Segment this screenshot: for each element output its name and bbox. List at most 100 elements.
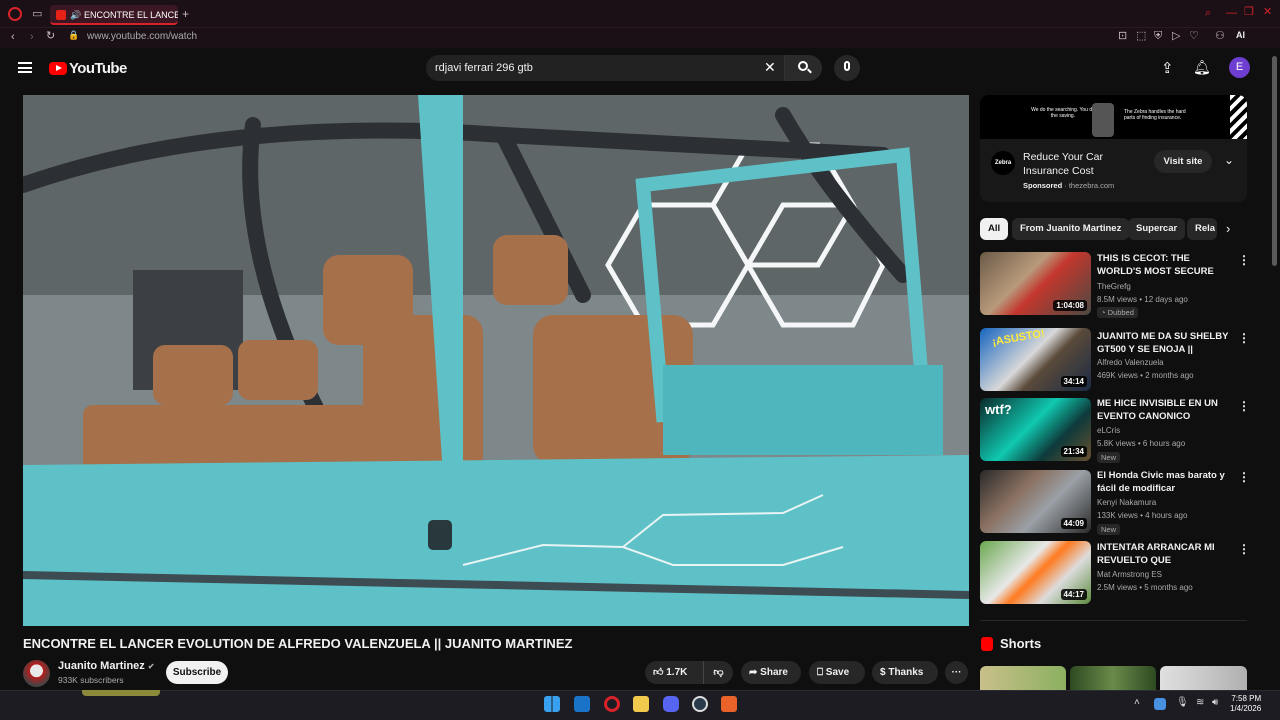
user-avatar[interactable]: E <box>1229 57 1250 78</box>
forward-icon[interactable]: › <box>30 32 34 43</box>
voice-search-button[interactable] <box>834 55 860 81</box>
rec-views: 133K views • 4 hours ago <box>1097 511 1188 520</box>
heart-icon[interactable]: ♡ <box>1189 31 1199 42</box>
search-tabs-icon[interactable]: ⌕ <box>1205 8 1211 19</box>
chevron-right-icon[interactable]: › <box>1226 221 1230 236</box>
verified-check-icon: ✔ <box>147 662 155 671</box>
more-vert-icon[interactable]: ⋮ <box>1238 399 1250 413</box>
rec-title[interactable]: INTENTAR ARRANCAR MI REVUELTO QUE LAMBOR… <box>1097 541 1235 567</box>
short-thumbnail[interactable] <box>1070 666 1156 690</box>
snapshot-icon[interactable]: ⬚ <box>1136 31 1146 42</box>
ad-title[interactable]: Reduce Your Car Insurance Cost <box>1023 150 1133 178</box>
more-actions-button[interactable]: ··· <box>945 661 968 684</box>
tray-overflow-chevron-icon[interactable]: ˄ <box>1134 697 1140 708</box>
rec-title[interactable]: El Honda Civic mas barato y fácil de mod… <box>1097 469 1235 495</box>
browser-tab-active[interactable]: 🔊 ENCONTRE EL LANCER <box>50 5 178 25</box>
mic-tray-icon[interactable]: 🎙︎ <box>1176 697 1189 708</box>
wifi-icon[interactable]: ≋ <box>1196 697 1204 708</box>
discord-icon[interactable] <box>663 696 679 712</box>
tray-app-icon[interactable] <box>1154 698 1166 710</box>
chip-all[interactable]: All <box>980 218 1009 240</box>
shield-icon[interactable]: ⛨ <box>1154 31 1162 42</box>
short-thumbnail[interactable] <box>980 666 1066 690</box>
taskbar-clock[interactable]: 7:58 PM 1/4/2026 <box>1230 694 1261 714</box>
search-input[interactable]: rdjavi ferrari 296 gtb <box>426 55 784 81</box>
youtube-favicon-icon <box>56 10 66 20</box>
thanks-button[interactable]: $ Thanks <box>872 661 938 684</box>
youtube-logo-text[interactable]: YouTube <box>69 60 127 77</box>
tab-overview-icon[interactable]: ▭ <box>32 9 42 20</box>
reload-icon[interactable]: ↻ <box>46 31 55 42</box>
taskbar-widget[interactable] <box>82 690 160 696</box>
rec-thumbnail[interactable]: wtf? 21:34 <box>980 398 1091 461</box>
back-icon[interactable]: ‹ <box>11 32 15 43</box>
new-tab-button[interactable]: + <box>182 8 189 20</box>
player-icon[interactable]: ▷ <box>1172 31 1180 42</box>
rec-channel[interactable]: Alfredo Valenzuela <box>1097 358 1164 367</box>
steam-icon[interactable] <box>692 696 708 712</box>
create-upload-icon[interactable]: ⇪ <box>1161 59 1174 77</box>
ad-banner-figure <box>1092 103 1114 137</box>
duration-badge: 1:04:08 <box>1053 300 1087 311</box>
ad-logo[interactable]: Zebra <box>991 151 1015 175</box>
rec-thumbnail[interactable]: 44:09 <box>980 470 1091 533</box>
rec-channel[interactable]: TheGrefg <box>1097 282 1131 291</box>
rec-views: 469K views • 2 months ago <box>1097 371 1194 380</box>
ad-banner-image[interactable]: We do the searching. You do the saving. … <box>980 95 1247 139</box>
channel-name[interactable]: Juanito Martinez ✔ <box>58 660 155 672</box>
rec-channel[interactable]: Kenyi Nakamura <box>1097 498 1156 507</box>
subscribe-button[interactable]: Subscribe <box>166 661 228 684</box>
clear-search-icon[interactable]: ✕ <box>764 59 776 76</box>
video-player[interactable] <box>23 95 969 626</box>
app-a-icon[interactable] <box>721 696 737 712</box>
rec-title[interactable]: JUANITO ME DA SU SHELBY GT500 Y SE ENOJA… <box>1097 330 1235 356</box>
rec-title[interactable]: ME HICE INVISIBLE EN UN EVENTO CANONICO <box>1097 397 1235 423</box>
windows-start-icon[interactable] <box>544 696 560 712</box>
file-explorer-icon[interactable] <box>633 696 649 712</box>
chip-related[interactable]: Rela <box>1187 218 1217 240</box>
thanks-icon: $ <box>880 667 886 678</box>
minimize-button[interactable]: — <box>1226 8 1237 19</box>
clock-time: 7:58 PM <box>1231 694 1262 703</box>
rec-channel[interactable]: Mat Armstrong ES <box>1097 570 1162 579</box>
subscriber-count: 933K subscribers <box>58 675 124 685</box>
close-window-button[interactable]: ✕ <box>1263 7 1272 18</box>
volume-icon[interactable]: 🔊︎ <box>1212 697 1218 708</box>
url-field[interactable]: www.youtube.com/watch <box>87 31 197 42</box>
account-icon[interactable]: ⚇ <box>1215 31 1225 42</box>
notifications-bell-icon[interactable]: 🔔︎ <box>1193 59 1211 76</box>
chip-supercar[interactable]: Supercar <box>1128 218 1186 240</box>
dislike-button[interactable]: 👎︎ <box>703 661 733 684</box>
like-button[interactable]: 👍︎ 1.7K <box>645 661 703 684</box>
channel-avatar[interactable] <box>23 660 50 687</box>
rec-thumbnail[interactable]: ¡ASUSTO! 34:14 <box>980 328 1091 391</box>
sponsored-ad-card[interactable]: We do the searching. You do the saving. … <box>980 95 1247 202</box>
thumbnail-overlay-text: ¡ASUSTO! <box>991 328 1046 349</box>
rec-thumbnail[interactable]: 44:17 <box>980 541 1091 604</box>
save-button[interactable]: ⎕ Save <box>809 661 865 684</box>
more-vert-icon[interactable]: ⋮ <box>1238 331 1250 345</box>
bookmark-page-icon[interactable]: ⊡ <box>1118 31 1127 42</box>
youtube-logo-icon[interactable] <box>49 62 67 75</box>
rec-thumbnail[interactable]: 1:04:08 <box>980 252 1091 315</box>
opera-taskbar-icon[interactable] <box>604 696 620 712</box>
short-thumbnail[interactable] <box>1160 666 1247 690</box>
audio-playing-icon[interactable]: 🔊 <box>70 5 81 23</box>
outlook-icon[interactable] <box>574 696 590 712</box>
hamburger-menu-icon[interactable] <box>18 62 32 73</box>
share-button[interactable]: ➦ Share <box>741 661 801 684</box>
ai-button[interactable]: AI <box>1236 31 1245 40</box>
video-frame-image <box>23 95 969 626</box>
chevron-down-icon[interactable]: ⌄ <box>1224 153 1234 167</box>
page-scrollbar[interactable] <box>1272 56 1277 266</box>
more-vert-icon[interactable]: ⋮ <box>1238 542 1250 556</box>
search-button[interactable] <box>784 55 822 81</box>
maximize-button[interactable]: ❐ <box>1244 7 1254 18</box>
more-vert-icon[interactable]: ⋮ <box>1238 470 1250 484</box>
visit-site-button[interactable]: Visit site <box>1154 150 1212 173</box>
chip-from-channel[interactable]: From Juanito Martinez <box>1012 218 1130 240</box>
rec-title[interactable]: THIS IS CECOT: THE WORLD'S MOST SECURE P… <box>1097 252 1235 278</box>
rec-channel[interactable]: eLCris <box>1097 426 1120 435</box>
opera-logo-icon[interactable] <box>8 7 22 21</box>
more-vert-icon[interactable]: ⋮ <box>1238 253 1250 267</box>
